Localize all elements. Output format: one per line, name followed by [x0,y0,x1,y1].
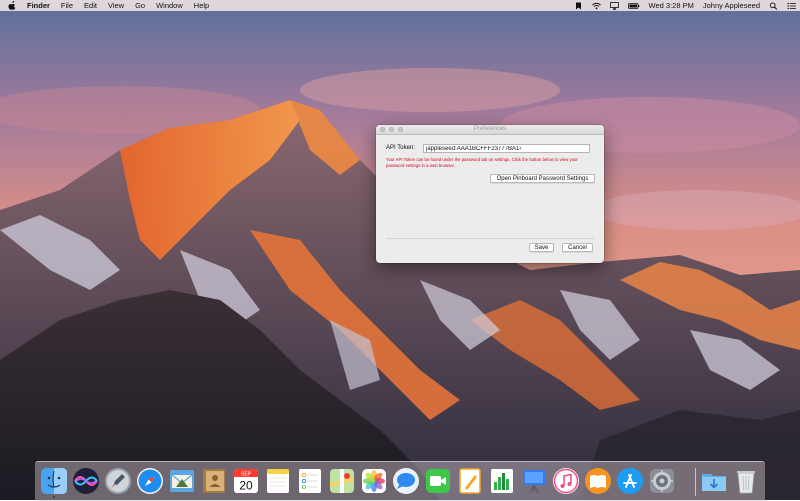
contacts-icon[interactable] [200,467,228,495]
menu-bar: Finder File Edit View Go Window Help Wed… [0,0,800,11]
safari-icon[interactable] [136,467,164,495]
dock: SEP 20 [35,461,765,501]
mail-icon[interactable] [168,467,196,495]
trash-icon[interactable] [732,467,760,495]
title-bar[interactable]: Preferences [376,125,604,135]
messages-icon[interactable] [392,467,420,495]
reminders-icon[interactable] [296,467,324,495]
apple-menu-icon[interactable] [8,0,17,10]
siri-icon[interactable] [72,467,100,495]
api-token-help-text: Your API Token can be found under the pa… [386,157,578,168]
notes-icon[interactable] [264,467,292,495]
menu-window[interactable]: Window [156,0,183,11]
api-token-label: API Token: [386,145,415,151]
spotlight-icon[interactable] [769,1,778,10]
itunes-icon[interactable] [552,467,580,495]
menu-view[interactable]: View [108,0,124,11]
wifi-icon[interactable] [591,2,601,10]
dock-separator [695,468,696,496]
airplay-icon[interactable] [609,1,619,10]
menu-edit[interactable]: Edit [84,0,97,11]
menu-clock[interactable]: Wed 3:28 PM [649,0,694,11]
system-preferences-icon[interactable] [648,467,676,495]
maps-icon[interactable] [328,467,356,495]
preferences-window: Preferences API Token: Your API Token ca… [376,125,604,263]
notification-list-icon[interactable] [787,2,796,10]
downloads-folder-icon[interactable] [700,467,728,495]
bookmark-icon[interactable] [574,2,583,10]
battery-icon[interactable] [627,2,640,10]
open-password-settings-button[interactable]: Open Pinboard Password Settings [490,174,595,183]
cancel-button[interactable]: Cancel [562,243,593,252]
finder-running-indicator [53,496,55,498]
app-store-icon[interactable] [616,467,644,495]
ibooks-icon[interactable] [584,467,612,495]
menu-help[interactable]: Help [194,0,209,11]
finder-icon[interactable] [40,467,68,495]
status-area: Wed 3:28 PM Johny Appleseed [565,0,796,11]
menu-user[interactable]: Johny Appleseed [703,0,760,11]
keynote-icon[interactable] [520,467,548,495]
menu-file[interactable]: File [61,0,73,11]
numbers-icon[interactable] [488,467,516,495]
save-button[interactable]: Save [529,243,554,252]
menu-app-name[interactable]: Finder [27,0,50,11]
separator [386,238,594,239]
window-title: Preferences [473,126,507,132]
calendar-month: SEP [241,472,252,478]
menu-go[interactable]: Go [135,0,145,11]
photos-icon[interactable] [360,467,388,495]
pages-icon[interactable] [456,467,484,495]
launchpad-icon[interactable] [104,467,132,495]
calendar-day: 20 [239,479,253,493]
api-token-field[interactable] [423,144,590,153]
facetime-icon[interactable] [424,467,452,495]
calendar-icon[interactable]: SEP 20 [232,467,260,495]
